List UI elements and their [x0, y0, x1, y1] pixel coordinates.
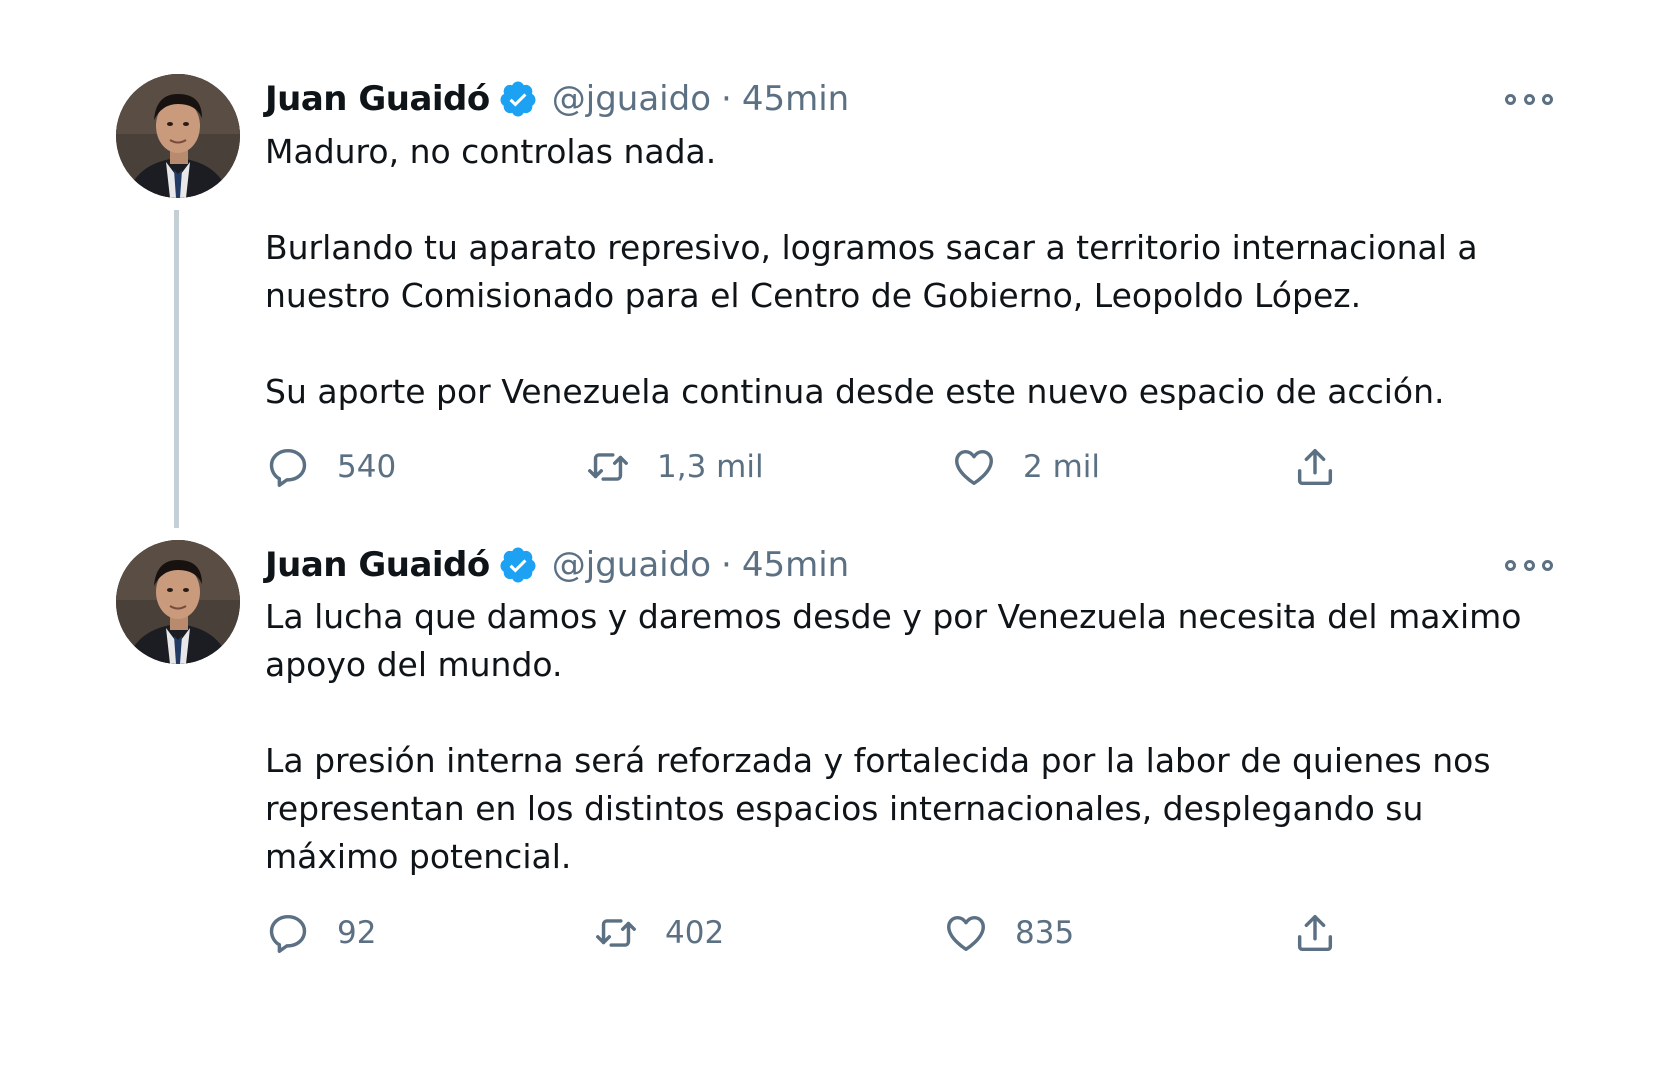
verified-badge-icon [498, 545, 538, 585]
retweet-button[interactable]: 1,3 mil [585, 437, 764, 497]
tweet-paragraph: La lucha que damos y daremos desde y por… [265, 597, 1522, 684]
tweet-actions: 540 1,3 mil 2 mil [265, 437, 1555, 497]
separator-dot: · [721, 79, 732, 119]
retweet-icon [585, 444, 631, 490]
tweet-paragraph: Maduro, no controlas nada. [265, 132, 717, 171]
author-handle[interactable]: @jguaido [552, 79, 711, 119]
share-icon [1292, 910, 1338, 956]
more-options-icon[interactable] [1505, 89, 1553, 109]
like-button[interactable]: 835 [943, 903, 1074, 963]
tweet-paragraph-spacer [265, 176, 1555, 224]
separator-dot: · [721, 545, 732, 585]
tweet-paragraph-spacer [265, 320, 1555, 368]
tweet-timestamp[interactable]: 45min [742, 79, 849, 119]
tweet-actions: 92 402 835 [265, 903, 1555, 963]
retweet-button[interactable]: 402 [593, 903, 724, 963]
reply-count: 540 [337, 449, 397, 485]
share-icon [1292, 444, 1338, 490]
retweet-count: 402 [665, 915, 725, 951]
tweet-header: Juan Guaidó @jguaido · 45min [265, 540, 849, 590]
avatar[interactable] [116, 74, 240, 198]
like-heart-icon [951, 444, 997, 490]
tweet-paragraph: Su aporte por Venezuela continua desde e… [265, 372, 1445, 411]
tweet-paragraph: Burlando tu aparato represivo, logramos … [265, 228, 1478, 315]
verified-badge-icon [498, 79, 538, 119]
retweet-icon [593, 910, 639, 956]
tweet-1[interactable]: Juan Guaidó @jguaido · 45min Maduro, no … [0, 0, 1656, 530]
avatar[interactable] [116, 540, 240, 664]
reply-icon [265, 910, 311, 956]
like-count: 835 [1015, 915, 1075, 951]
reply-button[interactable]: 92 [265, 903, 376, 963]
like-button[interactable]: 2 mil [951, 437, 1100, 497]
author-handle[interactable]: @jguaido [552, 545, 711, 585]
share-button[interactable] [1292, 437, 1338, 497]
tweet-header: Juan Guaidó @jguaido · 45min [265, 74, 849, 124]
tweet-text: La lucha que damos y daremos desde y por… [265, 593, 1555, 881]
tweet-2[interactable]: Juan Guaidó @jguaido · 45min La lucha qu… [0, 530, 1656, 1074]
share-button[interactable] [1292, 903, 1338, 963]
thread-connector-line [174, 210, 179, 528]
more-options-icon[interactable] [1505, 555, 1553, 575]
reply-count: 92 [337, 915, 377, 951]
like-count: 2 mil [1023, 449, 1101, 485]
retweet-count: 1,3 mil [657, 449, 764, 485]
tweet-timestamp[interactable]: 45min [742, 545, 849, 585]
tweet-paragraph-spacer [265, 689, 1555, 737]
reply-icon [265, 444, 311, 490]
author-name[interactable]: Juan Guaidó [265, 79, 490, 119]
tweet-paragraph: La presión interna será reforzada y fort… [265, 741, 1491, 876]
tweet-text: Maduro, no controlas nada. Burlando tu a… [265, 128, 1555, 416]
author-name[interactable]: Juan Guaidó [265, 545, 490, 585]
like-heart-icon [943, 910, 989, 956]
reply-button[interactable]: 540 [265, 437, 396, 497]
